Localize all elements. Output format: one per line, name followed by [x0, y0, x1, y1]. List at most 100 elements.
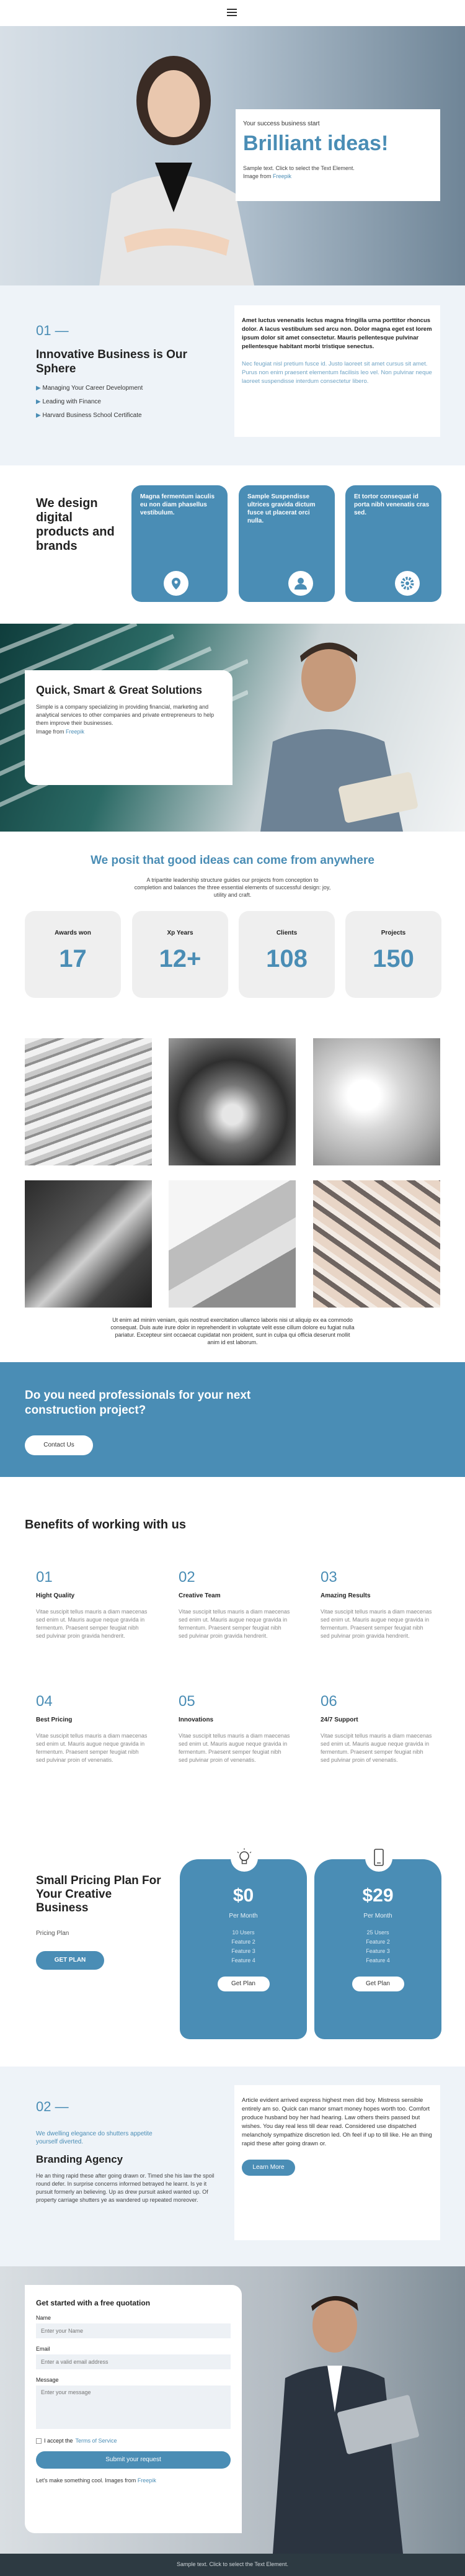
stat-value: 17	[59, 945, 87, 972]
triangle-bullet-icon: ▶	[36, 385, 41, 392]
gallery-image	[25, 1038, 152, 1165]
hamburger-icon[interactable]	[227, 9, 237, 16]
stats-body: A tripartite leadership structure guides…	[134, 877, 331, 898]
benefit-text: Vitae suscipit tellus mauris a diam maec…	[179, 1733, 290, 1763]
design-card-text: Sample Suspendisse ultrices gravida dict…	[247, 493, 316, 524]
learn-more-button[interactable]: Learn More	[242, 2160, 295, 2176]
branding-text-card: Article evident arrived express highest …	[234, 2085, 440, 2240]
stat-card: Xp Years 12+	[132, 911, 228, 998]
quick-section: Quick, Smart & Great Solutions Simple is…	[0, 624, 465, 832]
name-input[interactable]	[36, 2323, 231, 2338]
about-section: 01 — Innovative Business is Our Sphere ▶…	[0, 285, 465, 465]
message-textarea[interactable]	[36, 2385, 231, 2429]
quick-card: Quick, Smart & Great Solutions Simple is…	[25, 670, 232, 785]
user-icon	[288, 571, 313, 596]
stats-title: We posit that good ideas can come from a…	[91, 854, 374, 867]
branding-title: Branding Agency	[36, 2153, 123, 2165]
stat-value: 108	[266, 945, 308, 972]
hero-title: Brilliant ideas!	[243, 132, 389, 155]
quick-credit-link[interactable]: Freepik	[66, 729, 84, 735]
plan-feature: Feature 3	[231, 1948, 255, 1954]
quick-title: Quick, Smart & Great Solutions	[36, 684, 203, 696]
about-bold-text: Amet luctus venenatis lectus magna fring…	[242, 317, 432, 350]
stat-card: Projects 150	[345, 911, 441, 998]
stats-section: We posit that good ideas can come from a…	[0, 832, 465, 1018]
site-footer: Sample text. Click to select the Text El…	[0, 2554, 465, 2576]
plan-get-button[interactable]: Get Plan	[217, 1977, 270, 1991]
pricing-card: $0 Per Month 10 Users Feature 2 Feature …	[180, 1844, 307, 2039]
benefit-number: 06	[321, 1693, 337, 1710]
branding-right-text: Article evident arrived express highest …	[242, 2097, 432, 2147]
email-input[interactable]	[36, 2354, 231, 2369]
design-card[interactable]: Magna fermentum iaculis eu non diam phas…	[131, 485, 228, 602]
benefit-text: Vitae suscipit tellus mauris a diam maec…	[179, 1609, 290, 1639]
about-text-card: Amet luctus venenatis lectus magna fring…	[234, 305, 440, 437]
message-label: Message	[36, 2377, 59, 2383]
footer-text: Sample text. Click to select the Text El…	[177, 2561, 288, 2567]
benefit-item: 05 Innovations Vitae suscipit tellus mau…	[179, 1693, 290, 1764]
about-title: Innovative Business is Our Sphere	[36, 348, 187, 375]
plan-features: 10 Users Feature 2 Feature 3 Feature 4	[180, 1928, 307, 1965]
site-header	[0, 0, 465, 26]
benefit-title: Creative Team	[179, 1592, 221, 1599]
plan-get-button[interactable]: Get Plan	[352, 1977, 404, 1991]
quick-body: Simple is a company specializing in prov…	[36, 704, 215, 726]
pricing-section: Small Pricing Plan For Your Creative Bus…	[0, 1817, 465, 2067]
gallery-image	[313, 1180, 440, 1308]
plan-feature: Feature 3	[366, 1948, 390, 1954]
benefit-number: 03	[321, 1569, 337, 1586]
hero-credit-prefix: Image from	[243, 173, 272, 179]
design-card-text: Et tortor consequat id porta nibh venena…	[354, 493, 430, 516]
submit-request-button[interactable]: Submit your request	[36, 2451, 231, 2469]
contact-us-button[interactable]: Contact Us	[25, 1435, 93, 1455]
benefit-text: Vitae suscipit tellus mauris a diam maec…	[321, 1609, 432, 1639]
benefit-item: 03 Amazing Results Vitae suscipit tellus…	[321, 1569, 432, 1640]
branding-body: He an thing rapid these after going draw…	[36, 2173, 215, 2203]
terms-row: I accept the Terms of Service	[36, 2438, 231, 2444]
man-with-tablet-image	[260, 642, 418, 832]
branding-section: 02 — We dwelling elegance do shutters ap…	[0, 2067, 465, 2266]
benefit-item: 02 Creative Team Vitae suscipit tellus m…	[179, 1569, 290, 1640]
design-card[interactable]: Sample Suspendisse ultrices gravida dict…	[239, 485, 335, 602]
quote-form-card: Get started with a free quotation Name E…	[25, 2285, 242, 2533]
benefit-number: 01	[36, 1569, 53, 1586]
get-plan-main-button[interactable]: GET PLAN	[36, 1951, 104, 1970]
plan-feature: Feature 2	[366, 1939, 390, 1945]
benefit-title: 24/7 Support	[321, 1717, 358, 1723]
stat-label: Projects	[381, 930, 406, 936]
email-label: Email	[36, 2346, 50, 2352]
triangle-bullet-icon: ▶	[36, 412, 41, 419]
terms-checkbox[interactable]	[36, 2438, 42, 2444]
benefit-number: 05	[179, 1693, 195, 1710]
benefit-text: Vitae suscipit tellus mauris a diam maec…	[36, 1609, 148, 1639]
benefit-item: 06 24/7 Support Vitae suscipit tellus ma…	[321, 1693, 432, 1764]
benefit-text: Vitae suscipit tellus mauris a diam maec…	[321, 1733, 432, 1763]
hero-section: Your success business start Brilliant id…	[0, 26, 465, 285]
plan-feature: Feature 4	[366, 1957, 390, 1963]
form-note: Let's make something cool. Images from F…	[36, 2477, 231, 2484]
branding-subtitle: We dwelling elegance do shutters appetit…	[36, 2130, 153, 2145]
gallery-section	[0, 1018, 465, 1328]
design-title: We design digital products and brands	[36, 496, 115, 553]
plan-period: Per Month	[363, 1913, 392, 1919]
quick-credit: Image from Freepik	[36, 729, 221, 735]
plan-features: 25 Users Feature 2 Feature 3 Feature 4	[314, 1928, 441, 1965]
hero-credit-link[interactable]: Freepik	[273, 173, 291, 179]
stat-label: Xp Years	[167, 930, 193, 936]
form-note-link[interactable]: Freepik	[138, 2477, 156, 2484]
stat-value: 12+	[159, 945, 202, 972]
name-label: Name	[36, 2315, 51, 2321]
plan-price: $29	[362, 1885, 394, 1906]
design-card[interactable]: Et tortor consequat id porta nibh venena…	[345, 485, 441, 602]
plan-feature: 10 Users	[232, 1929, 255, 1936]
gallery-image	[169, 1180, 296, 1308]
smartphone-icon	[365, 1844, 392, 1872]
hero-body: Sample text. Click to select the Text El…	[243, 165, 355, 171]
form-title: Get started with a free quotation	[36, 2299, 151, 2307]
stat-label: Clients	[276, 930, 298, 936]
cta-title: Do you need professionals for your next …	[25, 1389, 251, 1417]
terms-link[interactable]: Terms of Service	[76, 2438, 117, 2444]
benefits-title: Benefits of working with us	[25, 1518, 187, 1532]
businessman-laptop-image	[273, 2296, 419, 2554]
about-light-text: Nec feugiat nisl pretium fusce id. Justo…	[242, 361, 432, 385]
